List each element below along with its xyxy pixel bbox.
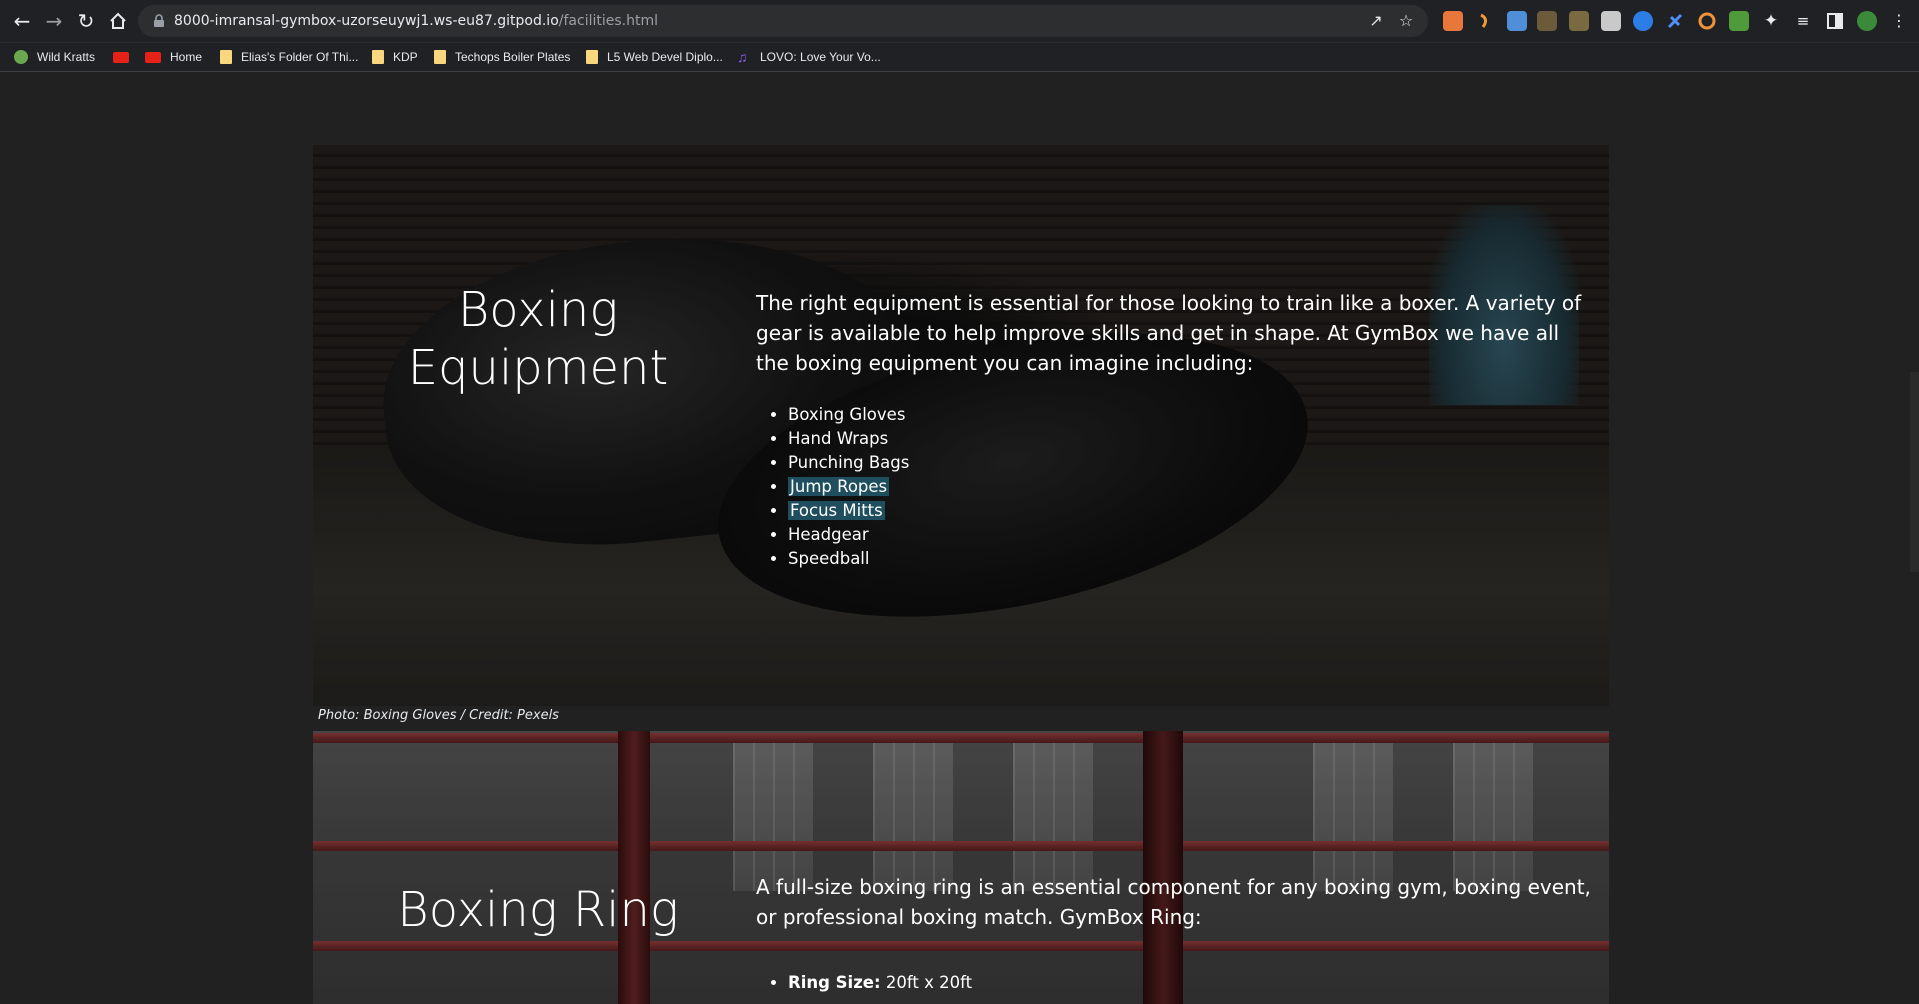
menu-dots-icon[interactable]: ⋮ <box>1889 11 1909 31</box>
page-viewport: Boxing Equipment The right equipment is … <box>0 72 1919 1004</box>
youtube-icon <box>113 51 129 63</box>
ring-size-label: Ring Size: <box>788 973 881 992</box>
ring-section: Boxing Ring A full-size boxing ring is a… <box>313 731 1609 1004</box>
youtube-icon <box>145 51 161 63</box>
extension-8-icon[interactable] <box>1665 11 1685 31</box>
bookmark-youtube[interactable] <box>113 47 138 67</box>
bookmark-label: Techops Boiler Plates <box>455 50 571 64</box>
extension-7-icon[interactable] <box>1633 11 1653 31</box>
browser-toolbar: ← → ↻ 8000-imransal-gymbox-uzorseuywj1.w… <box>0 0 1919 43</box>
home-icon[interactable] <box>106 9 130 33</box>
bookmark-elias-folder[interactable]: Elias's Folder Of Thi... <box>220 47 358 67</box>
bookmark-home[interactable]: Home <box>145 47 202 67</box>
folder-icon <box>586 50 598 64</box>
selected-text: Jump Ropes <box>788 477 890 496</box>
equipment-paragraph: The right equipment is essential for tho… <box>756 291 1582 375</box>
bookmark-techops[interactable]: Techops Boiler Plates <box>434 47 570 67</box>
bookmark-label: Elias's Folder Of Thi... <box>241 50 359 64</box>
list-item: Boxing Gloves <box>788 403 909 427</box>
extension-6-icon[interactable] <box>1601 11 1621 31</box>
list-item: Focus Mitts <box>788 499 909 523</box>
list-item: Hand Wraps <box>788 427 909 451</box>
equipment-section: Boxing Equipment The right equipment is … <box>313 145 1609 706</box>
boxing-ring-photo <box>313 731 1609 1004</box>
list-item: Ring Size: 20ft x 20ft <box>788 971 972 995</box>
ring-heading: Boxing Ring <box>397 882 679 938</box>
selected-text: Focus Mitts <box>788 501 885 520</box>
folder-icon <box>434 50 446 64</box>
bookmark-wild-kratts[interactable]: Wild Kratts <box>14 47 95 67</box>
bookmark-label: LOVO: Love Your Vo... <box>760 50 881 64</box>
ring-size-value: 20ft x 20ft <box>885 973 973 992</box>
boxing-gloves-photo <box>313 145 1609 706</box>
bookmark-star-icon[interactable]: ☆ <box>1396 11 1416 31</box>
list-item: Headgear <box>788 523 909 547</box>
bookmark-l5-web-devel[interactable]: L5 Web Devel Diplo... <box>586 47 723 67</box>
wild-kratts-icon <box>14 50 28 64</box>
share-icon[interactable]: ↗ <box>1366 11 1386 31</box>
metamask-extension-icon[interactable] <box>1443 11 1463 31</box>
audio-wave-icon: ♫ <box>737 49 748 65</box>
bookmark-label: Home <box>170 50 203 64</box>
ring-paragraph: A full-size boxing ring is an essential … <box>756 875 1591 929</box>
grammarly-icon[interactable] <box>1697 11 1717 31</box>
back-arrow-icon[interactable]: ← <box>10 9 34 33</box>
bookmark-label: Wild Kratts <box>37 50 96 64</box>
url-text[interactable]: 8000-imransal-gymbox-uzorseuywj1.ws-eu87… <box>174 5 658 37</box>
list-item: Punching Bags <box>788 451 909 475</box>
extension-4-icon[interactable] <box>1537 11 1557 31</box>
reading-list-icon[interactable]: ≡ <box>1793 11 1813 31</box>
equipment-heading: Boxing Equipment <box>407 282 669 396</box>
forward-arrow-icon[interactable]: → <box>42 9 66 33</box>
url-host: 8000-imransal-gymbox-uzorseuywj1.ws-eu87… <box>174 13 559 29</box>
extension-3-icon[interactable] <box>1507 11 1527 31</box>
list-item: Speedball <box>788 547 909 571</box>
extension-5-icon[interactable] <box>1569 11 1589 31</box>
scrollbar[interactable] <box>1910 372 1919 572</box>
side-panel-icon[interactable] <box>1825 11 1845 31</box>
list-item: Jump Ropes <box>788 475 909 499</box>
reload-icon[interactable]: ↻ <box>74 9 98 33</box>
folder-icon <box>372 50 384 64</box>
bookmark-label: L5 Web Devel Diplo... <box>607 50 723 64</box>
address-bar[interactable]: 8000-imransal-gymbox-uzorseuywj1.ws-eu87… <box>138 5 1428 37</box>
bookmark-label: KDP <box>393 50 418 64</box>
profile-avatar[interactable] <box>1857 11 1877 31</box>
extensions-puzzle-icon[interactable]: ✦ <box>1761 11 1781 31</box>
lock-icon <box>154 14 164 27</box>
photo-caption: Photo: Boxing Gloves / Credit: Pexels <box>318 708 559 723</box>
bookmarks-bar: Wild Kratts Home Elias's Folder Of Thi..… <box>0 43 1919 72</box>
bookmark-kdp[interactable]: KDP <box>372 47 418 67</box>
equipment-list: Boxing Gloves Hand Wraps Punching Bags J… <box>756 403 909 571</box>
folder-icon <box>220 50 232 64</box>
extension-10-icon[interactable] <box>1729 11 1749 31</box>
bookmark-lovo[interactable]: ♫ LOVO: Love Your Vo... <box>737 47 881 67</box>
url-path: /facilities.html <box>558 13 658 29</box>
ring-list: Ring Size: 20ft x 20ft <box>756 971 972 995</box>
extension-2-icon[interactable] <box>1475 11 1495 31</box>
